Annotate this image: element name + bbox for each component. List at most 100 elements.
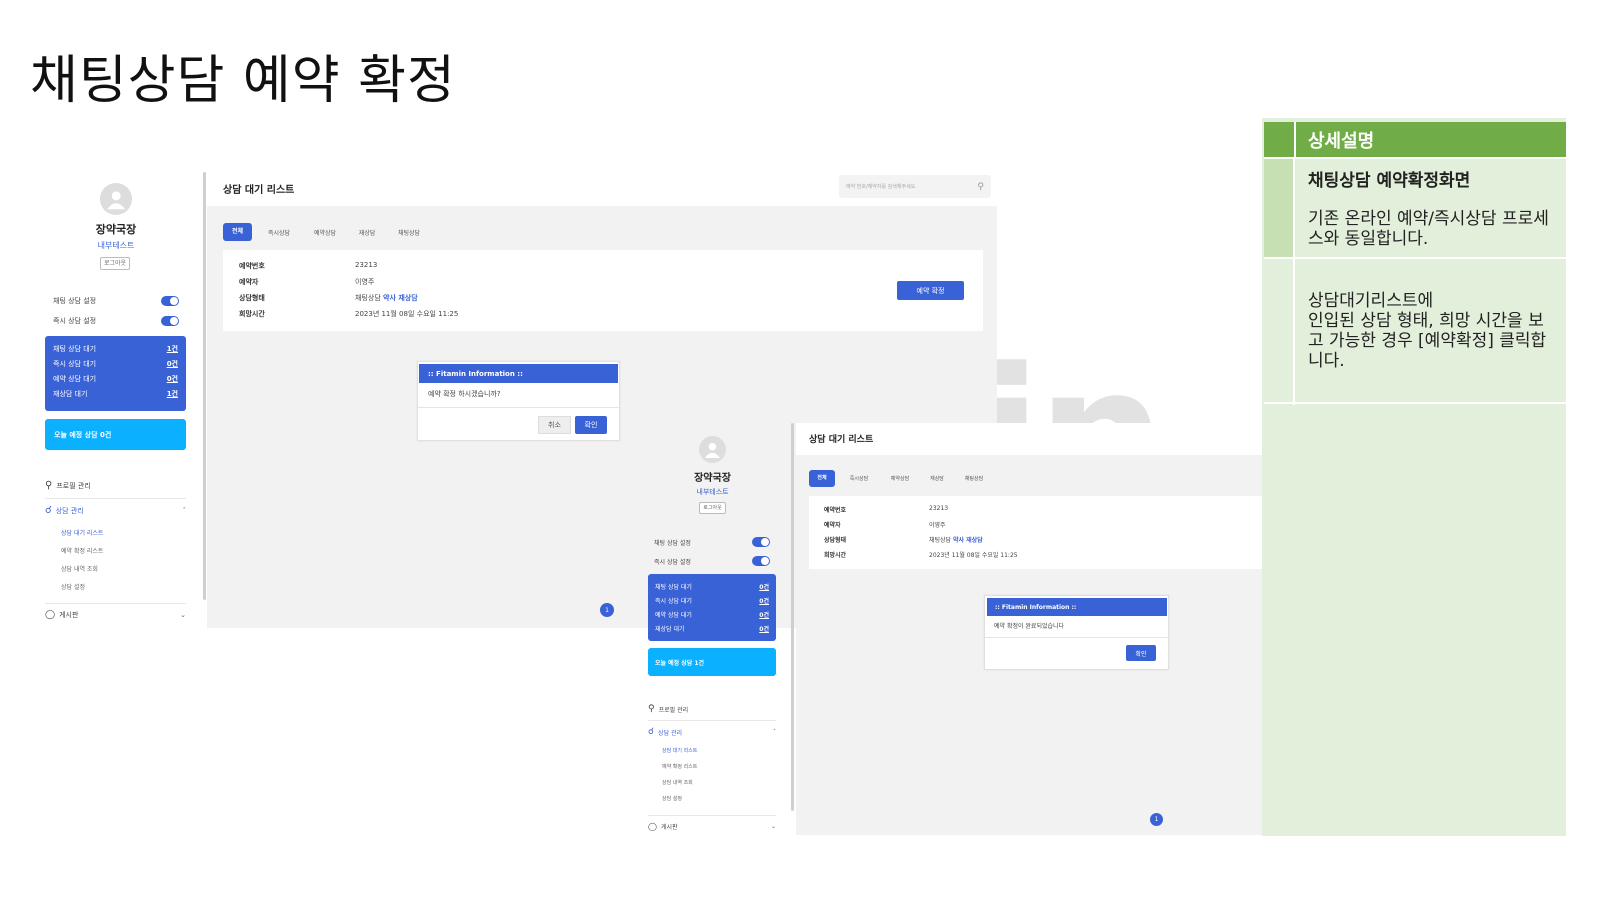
count-row[interactable]: 채팅 상담 대기 1건 [53,344,178,354]
field-row: 상담형태 채팅상담 약사 재상담 [824,535,983,544]
submenu-history[interactable]: 상담 내역 조회 [662,779,693,786]
count-label: 예약 상담 대기 [53,375,97,383]
count-row[interactable]: 재상담 대기 0건 [655,624,769,633]
tab-instant[interactable]: 즉시상담 [260,228,298,237]
submenu-settings[interactable]: 상담 설정 [61,582,85,591]
row1-title: 채팅상담 예약확정화면 [1308,171,1471,191]
field-row: 상담형태 채팅상담 약사 재상담 [239,293,418,303]
toggle-chat-setting[interactable]: 채팅 상담 설정 [654,537,770,547]
tab-chat[interactable]: 채팅상담 [390,228,428,237]
toggle-instant-setting[interactable]: 즉시 상담 설정 [53,316,179,326]
field-key: 희망시간 [239,310,265,318]
logout-button[interactable]: 로그아웃 [699,502,726,514]
scrollbar[interactable] [791,423,794,811]
field-row: 희망시간 2023년 11월 08일 수요일 11:25 [824,550,1018,559]
toggle-chat-setting[interactable]: 채팅 상담 설정 [53,296,179,306]
tab-chat[interactable]: 채팅상담 [957,475,991,482]
field-value: 2023년 11월 08일 수요일 11:25 [355,310,459,318]
field-value: 2023년 11월 08일 수요일 11:25 [929,552,1018,559]
confirm-reservation-button[interactable]: 예약 확정 [897,281,964,300]
tab-instant[interactable]: 즉시상담 [842,475,876,482]
user-icon: ⚲ [45,480,53,491]
divider [45,498,186,499]
consult-type: 채팅상담 [929,537,952,544]
today-scheduled-box[interactable]: 오늘 예정 상담 0건 [45,419,186,450]
toggle-label: 즉시 상담 설정 [53,317,97,325]
toggle-instant-setting[interactable]: 즉시 상담 설정 [654,556,770,566]
count-label: 채팅 상담 대기 [655,584,692,591]
tab-reservation[interactable]: 예약상담 [883,475,917,482]
toggle-label: 채팅 상담 설정 [53,297,97,305]
field-key: 예약자 [239,278,259,286]
field-row: 예약자 이영주 [824,520,946,529]
submenu-settings[interactable]: 상담 설정 [662,795,682,802]
consult-type: 채팅상담 [355,294,381,302]
pagination-page[interactable]: 1 [600,603,614,617]
count-row[interactable]: 채팅 상담 대기 0건 [655,582,769,591]
divider [648,815,776,816]
submenu-confirmed-list[interactable]: 예약 확정 리스트 [662,763,697,770]
menu-consult[interactable]: ☌ 상담 관리 ˆ [45,505,186,516]
field-value: 23213 [929,505,949,512]
chat-bubble-icon: ◯ [648,822,657,831]
count-value: 0건 [166,375,178,383]
menu-label: 게시판 [59,611,79,619]
cancel-button[interactable]: 취소 [538,416,571,434]
count-row[interactable]: 예약 상담 대기 0건 [655,610,769,619]
count-row[interactable]: 예약 상담 대기 0건 [53,374,178,384]
count-label: 재상담 대기 [655,626,685,633]
profile-team: 내부테스트 [97,241,135,250]
today-scheduled-box[interactable]: 오늘 예정 상담 1건 [648,648,776,676]
menu-label: 상담 관리 [658,729,683,737]
menu-board[interactable]: ◯ 게시판 ⌄ [648,822,776,831]
profile-name: 장약국장 [95,223,137,236]
tab-all[interactable]: 전체 [223,223,252,241]
menu-consult[interactable]: ☌ 상담 관리 ˆ [648,727,776,737]
count-row[interactable]: 즉시 상담 대기 0건 [53,359,178,369]
tab-all[interactable]: 전체 [809,470,835,487]
tab-reconsult[interactable]: 재상담 [924,475,950,482]
chevron-up-icon: ˆ [182,506,187,515]
submenu-waiting-list[interactable]: 상담 대기 리스트 [61,528,103,537]
dialog-header: :: Fitamin Information :: [987,598,1167,616]
submenu-confirmed-list[interactable]: 예약 확정 리스트 [61,546,103,555]
field-value: 이영주 [929,522,946,529]
menu-profile[interactable]: ⚲ 프로필 관리 [45,480,186,491]
menu-label: 상담 관리 [55,506,84,515]
toggle-switch[interactable] [161,296,179,306]
field-row: 희망시간 2023년 11월 08일 수요일 11:25 [239,309,458,319]
logout-button[interactable]: 로그아웃 [100,257,130,270]
field-row: 예약번호 23213 [824,505,948,514]
field-key: 예약번호 [239,262,265,270]
ok-button[interactable]: 확인 [575,416,607,434]
tab-reservation[interactable]: 예약상담 [306,228,344,237]
toggle-switch[interactable] [752,556,770,566]
count-row[interactable]: 즉시 상담 대기 0건 [655,596,769,605]
toggle-switch[interactable] [752,537,770,547]
description-header-text: 상세설명 [1308,130,1375,152]
dialog-message: 예약 확정이 완료되었습니다 [994,623,1065,630]
menu-board[interactable]: ◯ 게시판 ⌄ [45,610,186,620]
pagination-page[interactable]: 1 [1150,813,1163,826]
user-icon: ⚲ [648,704,655,714]
toggle-switch[interactable] [161,316,179,326]
dialog-message: 예약 확정 하시겠습니까? [428,390,501,398]
count-value: 1건 [166,390,178,398]
search-placeholder: 예약 번호/예약자를 검색해주세요. [846,184,917,190]
ok-button[interactable]: 확인 [1126,645,1156,661]
profile-team: 내부테스트 [696,488,729,496]
divider [1264,402,1566,404]
count-row[interactable]: 재상담 대기 1건 [53,389,178,399]
count-label: 즉시 상담 대기 [53,360,97,368]
submenu-history[interactable]: 상담 내역 조회 [61,564,98,573]
row-marker [1264,159,1295,259]
submenu-waiting-list[interactable]: 상담 대기 리스트 [662,747,697,754]
search-input[interactable]: 예약 번호/예약자를 검색해주세요. ⚲ [839,175,991,198]
count-value: 0건 [166,360,178,368]
menu-profile[interactable]: ⚲ 프로필 관리 [648,704,776,714]
field-key: 예약자 [824,522,841,529]
consult-type-highlight: 약사 재상담 [953,537,983,544]
scrollbar[interactable] [203,172,206,600]
tab-reconsult[interactable]: 재상담 [352,228,382,237]
field-row: 예약번호 23213 [239,261,377,271]
